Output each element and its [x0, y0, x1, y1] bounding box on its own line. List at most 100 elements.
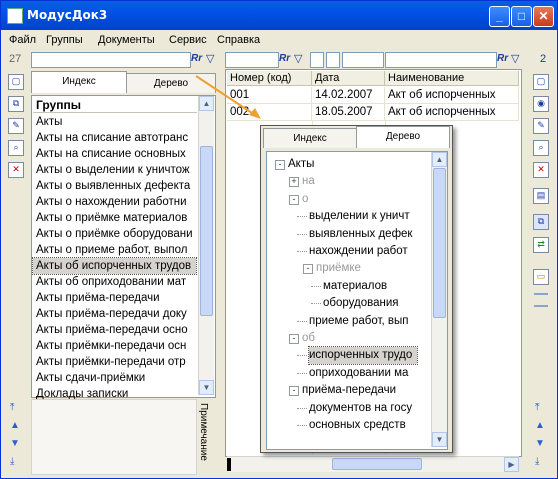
list-item[interactable]: Акты сдачи-приёмки — [36, 370, 196, 386]
column-header-date[interactable]: Дата — [312, 71, 385, 86]
name-filter-icon[interactable]: ▽ — [511, 52, 519, 65]
collapse-icon[interactable]: - — [289, 334, 299, 344]
last-icon[interactable]: ⤓ — [535, 453, 545, 471]
title-bar[interactable]: МодусДок3 _ □ ✕ — [1, 1, 557, 30]
date-to-input[interactable] — [326, 52, 340, 68]
folder-icon[interactable]: ▭ — [533, 269, 549, 285]
list-item[interactable]: Акты на списание автотранс — [36, 130, 196, 146]
tab-index-left[interactable]: Индекс — [31, 71, 127, 93]
down-icon[interactable]: ▼ — [10, 435, 20, 453]
list-item[interactable]: Акты приёма-передачи доку — [36, 306, 196, 322]
grid-hscroll[interactable]: ▶ — [227, 456, 519, 472]
down-icon[interactable]: ▼ — [535, 435, 545, 453]
web-icon[interactable]: ◉ — [533, 96, 549, 112]
name-filter-input[interactable] — [385, 52, 497, 68]
table-cell[interactable]: 18.05.2007 — [312, 104, 385, 121]
close-button[interactable]: ✕ — [533, 6, 554, 27]
find-group-icon[interactable]: ⌕ — [8, 140, 24, 156]
tree-node[interactable]: оборудования — [323, 295, 399, 312]
date-filter-input[interactable] — [342, 52, 384, 68]
maximize-button[interactable]: □ — [511, 6, 532, 27]
move-document-icon[interactable]: ⇄ — [533, 237, 549, 253]
tree-node[interactable]: приёмке — [316, 260, 361, 277]
first-icon[interactable]: ⤒ — [535, 399, 545, 417]
first-icon[interactable]: ⤒ — [10, 399, 20, 417]
menu-service[interactable]: Сервис — [169, 34, 207, 46]
table-cell[interactable]: Акт об испорченных — [385, 104, 519, 121]
tree-node[interactable]: о — [302, 191, 308, 208]
delete-group-icon[interactable]: ✕ — [8, 162, 24, 178]
tree-node[interactable]: Акты — [288, 156, 314, 173]
scroll-down-icon[interactable]: ▼ — [432, 432, 447, 447]
edit-group-icon[interactable]: ✎ — [8, 118, 24, 134]
menu-documents[interactable]: Документы — [98, 34, 155, 46]
minimize-button[interactable]: _ — [489, 6, 510, 27]
list-item[interactable]: Акты о приёмке оборудовани — [36, 226, 196, 242]
note-area[interactable] — [31, 399, 197, 475]
scroll-thumb[interactable] — [433, 168, 446, 318]
list-icon[interactable] — [534, 293, 548, 307]
list-item[interactable]: Акты о приеме работ, выпол — [36, 242, 196, 258]
list-item[interactable]: Акты приёмки-передачи осн — [36, 338, 196, 354]
list-item[interactable]: Акты о приёмке материалов — [36, 210, 196, 226]
copy-group-icon[interactable]: ⧉ — [8, 96, 24, 112]
tree-node[interactable]: выделении к уничт — [309, 208, 410, 225]
scroll-thumb[interactable] — [200, 146, 213, 316]
scroll-right-icon[interactable]: ▶ — [504, 457, 519, 472]
tree-node[interactable]: материалов — [323, 278, 387, 295]
list-item[interactable]: Акты о выявленных дефекта — [36, 178, 196, 194]
groups-list-scrollbar[interactable]: ▲ ▼ — [198, 96, 214, 395]
tab-tree-popup[interactable]: Дерево — [356, 126, 450, 148]
list-item[interactable]: Акты — [36, 114, 196, 130]
code-filter-icon[interactable]: ▽ — [294, 52, 302, 65]
collapse-icon[interactable]: - — [289, 194, 299, 205]
group-filter-input[interactable] — [31, 52, 191, 68]
scroll-down-icon[interactable]: ▼ — [199, 380, 214, 395]
list-item[interactable]: Акты приёмки-передачи отр — [36, 354, 196, 370]
last-icon[interactable]: ⤓ — [10, 453, 20, 471]
tree-scrollbar[interactable]: ▲ ▼ — [431, 152, 447, 447]
collapse-icon[interactable]: - — [275, 160, 285, 170]
scroll-up-icon[interactable]: ▲ — [432, 152, 447, 167]
tree-node[interactable]: испорченных трудо — [308, 346, 418, 366]
list-item[interactable]: Акты о нахождении работни — [36, 194, 196, 210]
list-item[interactable]: Акты об испорченных трудов — [32, 257, 197, 275]
column-header-name[interactable]: Наименование — [385, 71, 519, 86]
edit-document-icon[interactable]: ✎ — [533, 118, 549, 134]
tree-node[interactable]: на — [302, 173, 315, 190]
list-item[interactable]: Акты на списание основных — [36, 146, 196, 162]
find-document-icon[interactable]: ⌕ — [533, 140, 549, 156]
expand-icon[interactable]: + — [289, 177, 299, 188]
copy-document-icon[interactable]: ⧉ — [533, 214, 549, 230]
delete-document-icon[interactable]: ✕ — [533, 162, 549, 178]
up-icon[interactable]: ▲ — [10, 417, 20, 435]
list-item[interactable]: Акты приёма-передачи осно — [36, 322, 196, 338]
tree-popup[interactable]: Индекс Дерево - Акты + на - о выделении к унич… — [260, 125, 453, 453]
tree-node[interactable]: основных средств — [309, 417, 406, 434]
tree-node[interactable]: выявленных дефек — [309, 226, 412, 243]
group-tree[interactable]: - Акты + на - о выделении к уничт выявленных де… — [266, 151, 448, 450]
up-icon[interactable]: ▲ — [535, 417, 545, 435]
new-group-icon[interactable]: ▢ — [8, 74, 24, 90]
table-cell[interactable]: Акт об испорченных — [385, 87, 519, 104]
date-from-input[interactable] — [310, 52, 324, 68]
tree-node[interactable]: приёма-передачи — [302, 382, 396, 399]
tree-node[interactable]: об — [302, 330, 315, 347]
group-filter-icon[interactable]: ▽ — [206, 52, 214, 65]
list-item[interactable]: Акты о выделении к уничтож — [36, 162, 196, 178]
hscroll-thumb[interactable] — [332, 458, 422, 470]
collapse-icon[interactable]: - — [289, 386, 299, 397]
menu-file[interactable]: Файл — [9, 34, 36, 46]
tree-node[interactable]: нахождении работ — [309, 243, 408, 260]
list-item[interactable]: Акты приёма-передачи — [36, 290, 196, 306]
table-cell[interactable]: 14.02.2007 — [312, 87, 385, 104]
new-document-icon[interactable]: ▢ — [533, 74, 549, 90]
groups-list[interactable]: Группы Акты Акты на списание автотранс Акт… — [31, 95, 216, 400]
menu-help[interactable]: Справка — [217, 34, 260, 46]
tree-node[interactable]: оприходовании ма — [309, 365, 408, 382]
menu-groups[interactable]: Группы — [46, 34, 83, 46]
tree-node[interactable]: документов на госу — [309, 400, 412, 417]
preview-icon[interactable]: ▤ — [533, 188, 549, 204]
tab-index-popup[interactable]: Индекс — [263, 128, 357, 148]
list-item[interactable]: Акты об оприходовании мат — [36, 274, 196, 290]
